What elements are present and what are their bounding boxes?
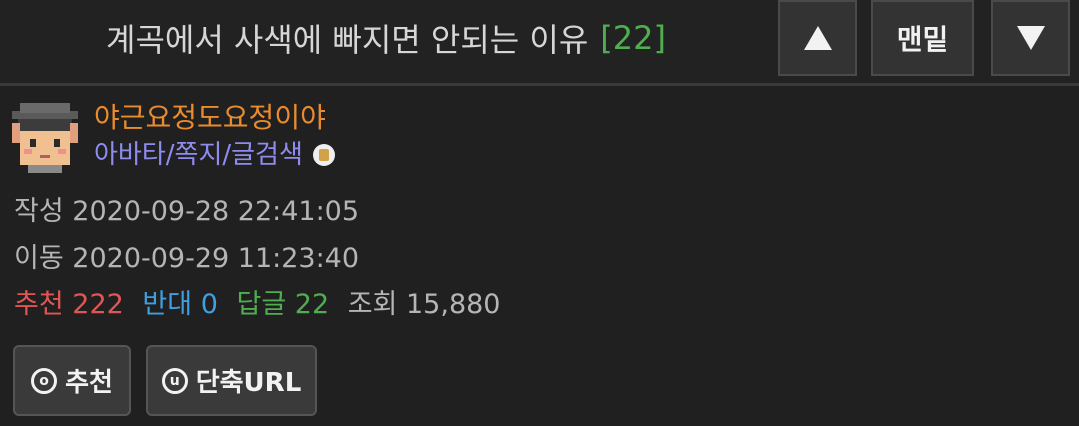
badge-icon bbox=[312, 144, 335, 166]
avatar[interactable] bbox=[12, 99, 78, 173]
recommend-button-label: 추천 bbox=[65, 368, 113, 398]
moved-label: 이동 bbox=[14, 243, 64, 274]
created-label: 작성 bbox=[14, 196, 64, 227]
scroll-down-button[interactable] bbox=[991, 0, 1070, 76]
reply-label: 답글 bbox=[236, 289, 287, 320]
author-links[interactable]: 아바타/쪽지/글검색 bbox=[94, 137, 303, 173]
triangle-up-icon bbox=[803, 26, 832, 50]
short-url-button-label: 단축URL bbox=[195, 368, 302, 398]
post-title: 계곡에서 사색에 빠지면 안되는 이유 bbox=[106, 21, 589, 59]
author-info: 야근요정도요정이야 아바타/쪽지/글검색 bbox=[94, 99, 335, 173]
views-count: 15,880 bbox=[406, 289, 501, 320]
moved-date-line: 이동 2020-09-29 11:23:40 bbox=[14, 241, 359, 277]
go-bottom-button[interactable]: 맨밑 bbox=[871, 0, 974, 76]
circle-u-icon: u bbox=[161, 367, 188, 394]
recommend-label: 추천 bbox=[14, 289, 64, 320]
created-date-line: 작성 2020-09-28 22:41:05 bbox=[14, 194, 359, 230]
scroll-up-button[interactable] bbox=[778, 0, 857, 76]
triangle-down-icon bbox=[1016, 26, 1045, 50]
author-name[interactable]: 야근요정도요정이야 bbox=[94, 99, 335, 137]
moved-value: 2020-09-29 11:23:40 bbox=[72, 243, 360, 274]
recommend-count: 222 bbox=[72, 289, 124, 320]
short-url-button[interactable]: u 단축URL bbox=[146, 345, 317, 416]
pixel-avatar-icon bbox=[12, 103, 78, 173]
author-block: 야근요정도요정이야 아바타/쪽지/글검색 bbox=[12, 99, 335, 173]
comment-count[interactable]: [22] bbox=[600, 19, 666, 57]
reply-count: 22 bbox=[294, 289, 330, 320]
author-links-row: 아바타/쪽지/글검색 bbox=[94, 137, 335, 173]
go-bottom-label: 맨밑 bbox=[896, 23, 949, 56]
oppose-count: 0 bbox=[200, 289, 218, 320]
oppose-label: 반대 bbox=[142, 289, 193, 320]
views-label: 조회 bbox=[347, 289, 398, 320]
recommend-button[interactable]: o 추천 bbox=[13, 345, 131, 416]
stats-line: 추천 222 반대 0 답글 22 조회 15,880 bbox=[14, 287, 500, 323]
circle-o-icon: o bbox=[31, 367, 58, 394]
post-header: 계곡에서 사색에 빠지면 안되는 이유 [22] 맨밑 bbox=[0, 0, 1079, 86]
post-title-bar: 계곡에서 사색에 빠지면 안되는 이유 [22] bbox=[0, 0, 772, 76]
created-value: 2020-09-28 22:41:05 bbox=[72, 196, 360, 227]
